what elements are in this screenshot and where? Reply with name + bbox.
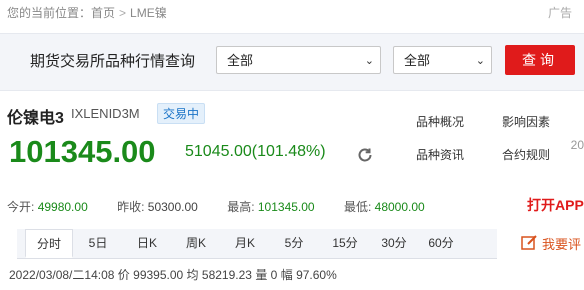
status-pct-label: 幅 (280, 268, 293, 282)
link-news[interactable]: 品种资讯 (416, 146, 464, 163)
open-label: 今开: (7, 200, 35, 214)
tab-5[interactable]: 5分 (274, 229, 314, 258)
last-price: 101345.00 (9, 134, 156, 169)
exchange-select-value: 全部 (227, 53, 254, 68)
status-avg: 58219.23 (201, 268, 252, 282)
status-price-label: 价 (117, 268, 130, 282)
tab-7[interactable]: 30分 (372, 229, 416, 258)
status-datetime: 2022/03/08/二14:08 (9, 268, 115, 282)
status-vol: 0 (270, 268, 278, 282)
tab-8[interactable]: 60分 (421, 229, 461, 258)
price-change: 51045.00(101.48%) (185, 143, 326, 160)
prev-close-value: 50300.00 (147, 200, 198, 214)
link-rules[interactable]: 合约规则 (502, 146, 550, 163)
chevron-down-icon: ⌄ (364, 55, 374, 67)
high-label: 最高: (227, 200, 255, 214)
variety-select[interactable]: 全部 ⌄ (393, 46, 492, 74)
link-factors[interactable]: 影响因素 (502, 113, 550, 130)
stats-row: 今开: 49980.00 昨收: 50300.00 最高: 101345.00 … (7, 198, 451, 215)
ad-label: 广告 (547, 6, 572, 20)
breadcrumb-prefix: 您的当前位置： (7, 6, 92, 20)
status-pct: 97.60% (296, 268, 337, 282)
breadcrumb-home-link[interactable]: 首页 (91, 6, 115, 20)
refresh-icon[interactable] (356, 146, 374, 164)
feedback-link[interactable]: 我要评 (542, 234, 581, 253)
year-fragment: 20 (570, 138, 584, 152)
query-button[interactable]: 查询 (505, 45, 575, 75)
status-price: 99395.00 (133, 268, 184, 282)
status-vol-label: 量 (255, 268, 268, 282)
tab-3[interactable]: 周K (176, 229, 216, 258)
open-value: 49980.00 (37, 200, 88, 214)
tab-4[interactable]: 月K (225, 229, 265, 258)
tab-1[interactable]: 5日 (78, 229, 118, 258)
tab-6[interactable]: 15分 (323, 229, 367, 258)
tab-0[interactable]: 分时 (25, 229, 73, 258)
instrument-code: IXLENID3M (71, 106, 140, 121)
high-value: 101345.00 (257, 200, 315, 214)
open-app-link[interactable]: 打开APP (527, 195, 584, 215)
variety-select-value: 全部 (404, 53, 431, 68)
tab-2[interactable]: 日K (127, 229, 167, 258)
breadcrumb-current: LME镍 (130, 6, 167, 20)
status-badge: 交易中 (157, 103, 206, 124)
low-value: 48000.00 (374, 200, 425, 214)
breadcrumb: 您的当前位置：首页 > LME镍 (7, 4, 167, 21)
chevron-down-icon: ⌄ (475, 55, 485, 67)
link-overview[interactable]: 品种概况 (416, 113, 464, 130)
instrument-name: 伦镍电3 (7, 110, 64, 127)
exchange-select[interactable]: 全部 ⌄ (216, 46, 381, 74)
breadcrumb-separator: > (119, 6, 127, 20)
low-label: 最低: (343, 200, 372, 214)
status-avg-label: 均 (186, 268, 199, 282)
search-panel-title: 期货交易所品种行情查询 (30, 53, 196, 70)
prev-close-label: 昨收: (117, 200, 145, 214)
edit-icon (521, 235, 537, 250)
timeshare-status-line: 2022/03/08/二14:08 价 99395.00 均 58219.23 … (9, 266, 337, 283)
